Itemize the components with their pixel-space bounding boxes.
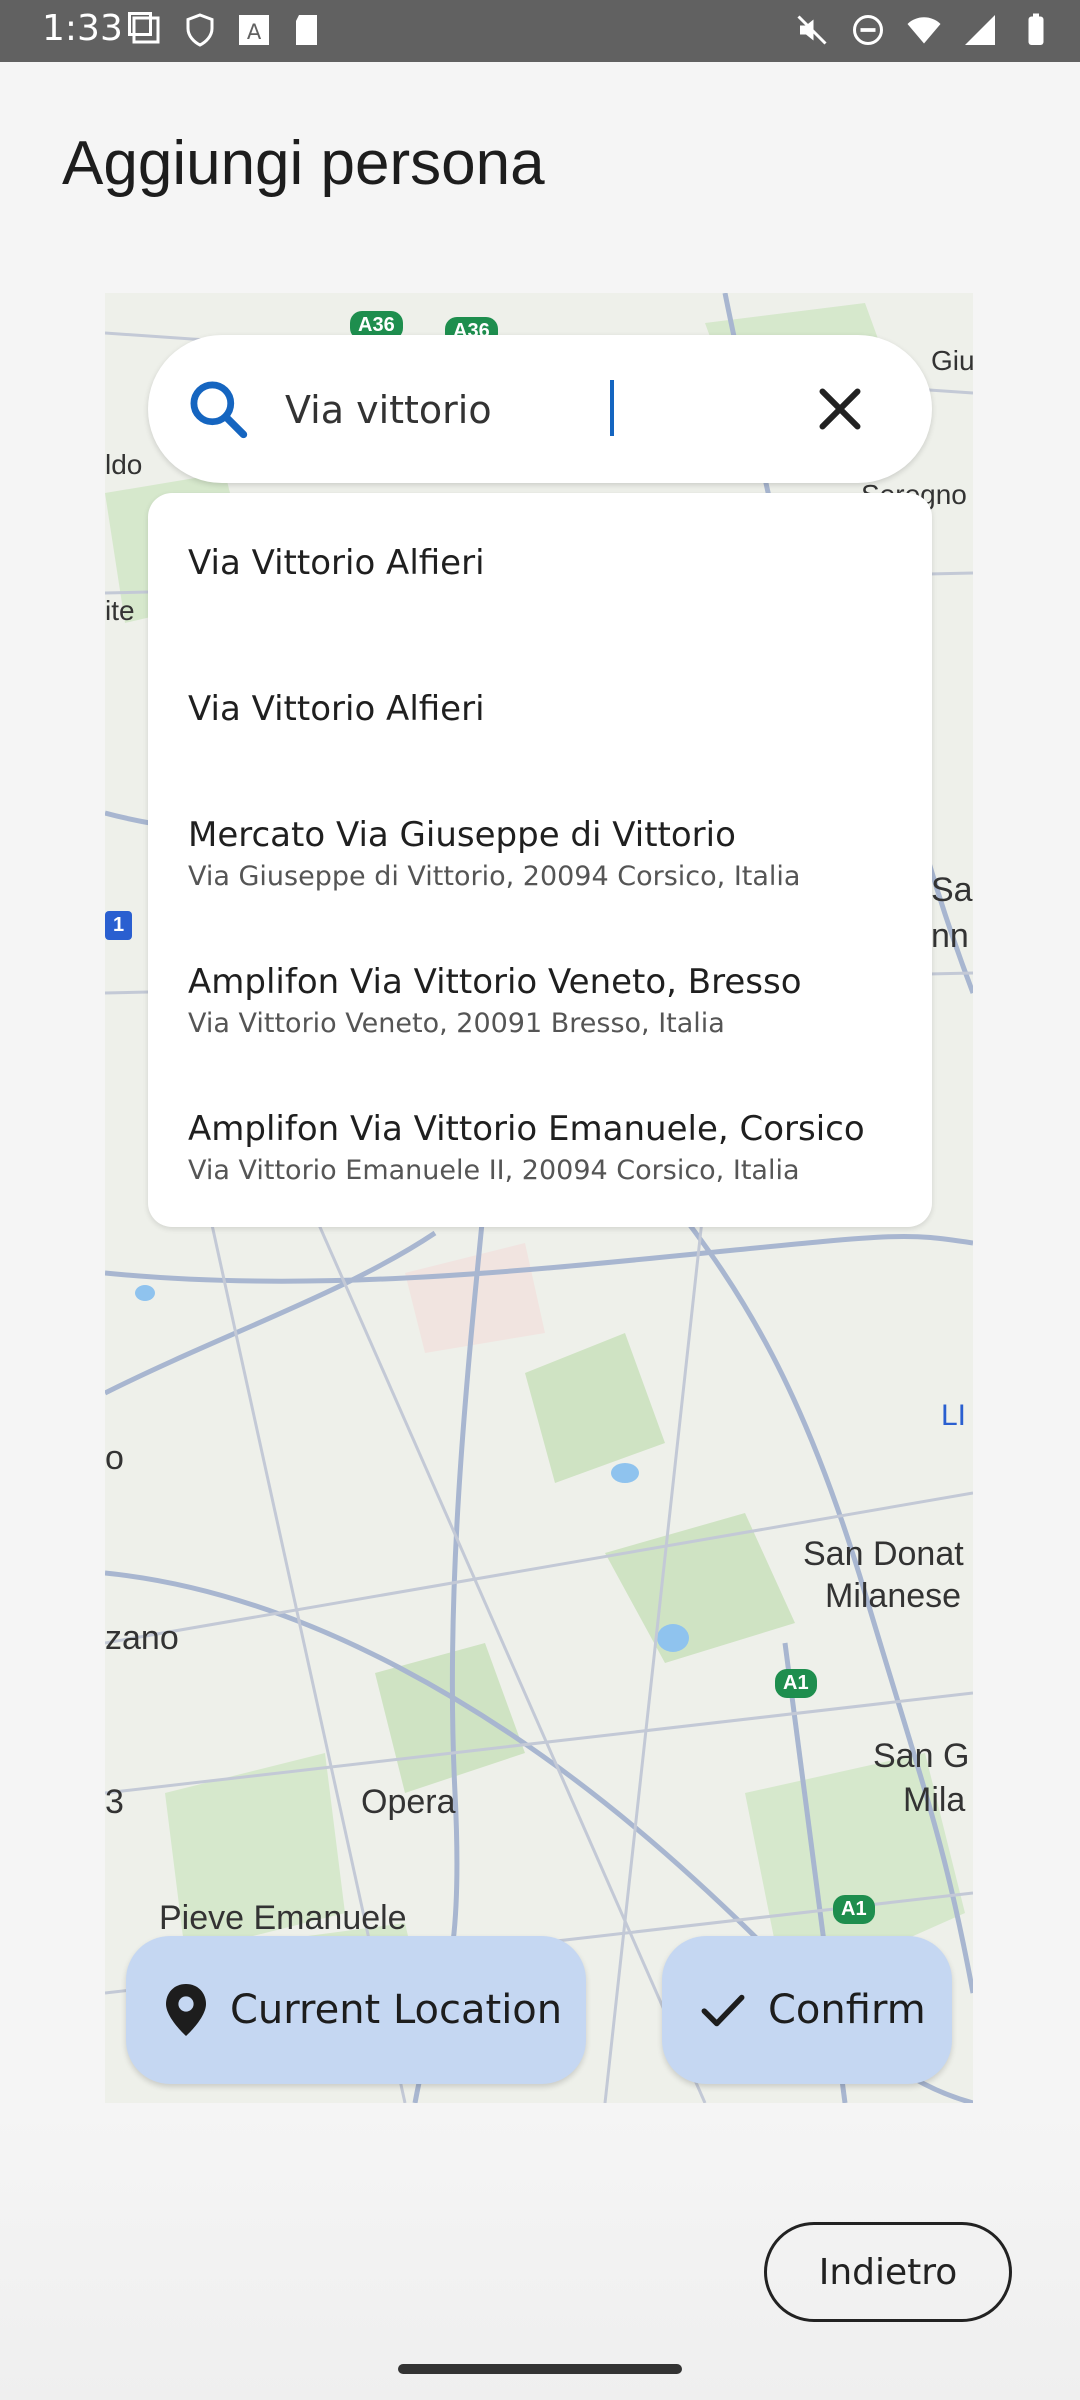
- status-bar: 1:33 A: [0, 0, 1080, 62]
- home-indicator[interactable]: [398, 2364, 682, 2374]
- wifi-icon: [907, 17, 941, 44]
- back-button[interactable]: Indietro: [764, 2222, 1012, 2322]
- map-label: 3: [105, 1783, 124, 1821]
- confirm-label: Confirm: [768, 1987, 926, 2033]
- map-label: ite: [105, 595, 135, 626]
- map-label: ldo: [105, 449, 143, 480]
- confirm-button[interactable]: Confirm: [662, 1936, 952, 2084]
- status-right-icons: [794, 12, 1054, 48]
- map-label: Opera: [361, 1783, 456, 1821]
- map-label: o: [105, 1439, 124, 1477]
- map-label: Sa: [931, 871, 973, 909]
- map-label: San G: [873, 1737, 970, 1775]
- suggestion-subtitle: Via Vittorio Veneto, 20091 Bresso, Itali…: [188, 1008, 725, 1039]
- map-label: Pieve Emanuele: [159, 1899, 407, 1937]
- search-icon[interactable]: [184, 375, 252, 443]
- page-title: Aggiungi persona: [62, 129, 545, 198]
- current-location-label: Current Location: [230, 1987, 563, 2033]
- map-label: nn: [931, 917, 969, 955]
- status-time: 1:33: [42, 8, 123, 49]
- check-icon: [701, 1994, 745, 2027]
- suggestion-item[interactable]: Via Vittorio Alfieri: [188, 689, 908, 729]
- suggestion-title: Mercato Via Giuseppe di Vittorio: [188, 815, 736, 855]
- close-icon[interactable]: [810, 379, 870, 439]
- suggestion-item[interactable]: Amplifon Via Vittorio Veneto, Bresso Via…: [188, 962, 908, 1039]
- current-location-button[interactable]: Current Location: [126, 1936, 586, 2084]
- route-shield: A1: [833, 1895, 875, 1924]
- suggestion-title: Via Vittorio Alfieri: [188, 543, 485, 583]
- font-a-icon: A: [239, 15, 269, 45]
- suggestion-item[interactable]: Via Vittorio Alfieri: [188, 543, 908, 583]
- map-label: zano: [105, 1619, 179, 1657]
- route-shield: A1: [775, 1669, 817, 1698]
- shield-icon: [186, 13, 214, 47]
- map-label: Giu: [931, 345, 973, 376]
- text-caret: [610, 380, 614, 436]
- battery-icon: [1028, 13, 1044, 45]
- map-label: LI: [941, 1399, 967, 1432]
- mute-icon: [797, 15, 827, 45]
- suggestion-item[interactable]: Amplifon Via Vittorio Emanuele, Corsico …: [188, 1109, 908, 1186]
- location-pin-icon: [166, 1984, 206, 2036]
- map-label: San Donat: [803, 1535, 964, 1573]
- dnd-icon: [853, 15, 883, 45]
- screenshot-icon: [128, 12, 160, 44]
- suggestion-item[interactable]: Mercato Via Giuseppe di Vittorio Via Giu…: [188, 815, 908, 892]
- suggestion-title: Amplifon Via Vittorio Emanuele, Corsico: [188, 1109, 865, 1149]
- suggestion-subtitle: Via Vittorio Emanuele II, 20094 Corsico,…: [188, 1155, 800, 1186]
- signal-icon: [965, 15, 995, 45]
- search-bar: [148, 335, 932, 483]
- svg-text:A: A: [247, 20, 262, 44]
- map-label: Milanese: [825, 1577, 962, 1615]
- status-left-icons: A: [128, 12, 326, 48]
- suggestions-list: Via Vittorio Alfieri Via Vittorio Alfier…: [148, 493, 932, 1227]
- route-shield: 1: [105, 911, 133, 940]
- suggestion-subtitle: Via Giuseppe di Vittorio, 20094 Corsico,…: [188, 861, 801, 892]
- map-label: Mila: [903, 1781, 966, 1819]
- suggestion-title: Via Vittorio Alfieri: [188, 689, 485, 729]
- suggestion-title: Amplifon Via Vittorio Veneto, Bresso: [188, 962, 802, 1002]
- sd-card-icon: [296, 15, 317, 45]
